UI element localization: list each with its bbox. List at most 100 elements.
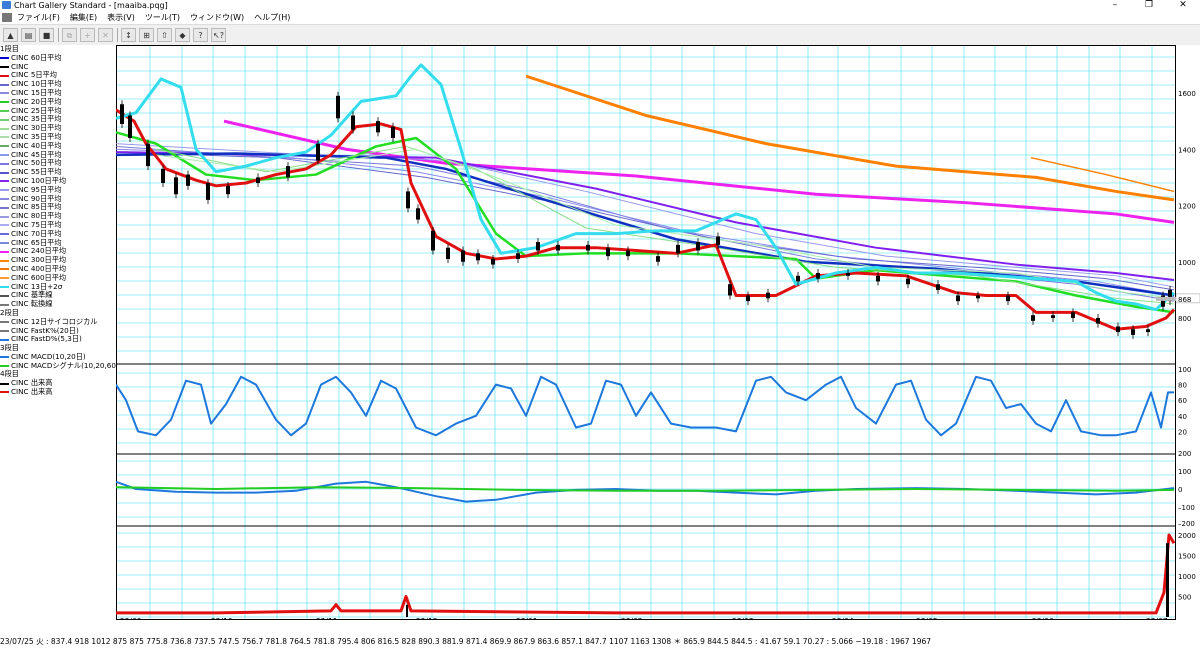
candle-body [391,126,395,138]
marker-button[interactable]: ◆ [175,28,190,42]
legend-swatch [0,136,9,139]
save-icon: ■ [42,31,51,40]
delete-icon: ✕ [102,31,109,40]
ma240-line [223,119,1175,224]
x-tick-label: 22/10 [211,617,233,620]
x-tick-label: 23/06 [1032,617,1054,620]
add-button[interactable]: + [80,28,95,42]
legend-swatch [0,277,9,280]
candle-body [696,242,700,251]
candle-body [956,295,960,302]
price-marker [1156,296,1176,301]
ma-band-line [116,143,1175,288]
macd-tick-label: –200 [1178,520,1195,528]
copy-icon: ⧉ [66,31,73,40]
candle-body [656,256,660,262]
menu-bar: ファイル(F) 編集(E) 表示(V) ツール(T) ウィンドウ(W) ヘルプ(H) [0,11,1200,25]
candle-body [336,95,340,119]
up-button[interactable]: ⇧ [157,28,172,42]
macd-tick-label: 0 [1178,486,1182,494]
scale-button[interactable]: ⊞ [139,28,154,42]
legend-swatch [0,101,9,104]
menu-item-2[interactable]: 表示(V) [102,11,140,24]
legend-swatch [0,153,9,156]
window-title: Chart Gallery Standard - [maaiba.pqg] [14,1,168,10]
legend-swatch [0,206,9,209]
toolbar: ▲ ▤ ■ ⧉ + ✕ ↕ ⊞ ⇧ ◆? ↖? [0,25,1200,46]
legend-swatch [0,215,9,218]
candle-body [206,183,210,200]
close-button[interactable]: ✕ [1166,0,1200,11]
volume-bar [406,604,408,617]
candle-body [186,174,190,186]
legend-swatch [0,285,9,288]
menu-item-5[interactable]: ヘルプ(H) [249,11,295,24]
legend-swatch [0,189,9,192]
stoch-tick-label: 100 [1178,366,1191,374]
legend-swatch [0,180,9,183]
delete-button[interactable]: ✕ [98,28,113,42]
open-icon: ▤ [24,31,33,40]
help-button[interactable]: ? [193,28,208,42]
maximize-button[interactable]: ❐ [1132,0,1166,11]
minimize-button[interactable]: – [1098,0,1132,11]
legend-swatch [0,145,9,148]
x-tick-label: 23/07 [1146,617,1168,620]
chart-area[interactable]: 22/09 22/10 22/11 22/12 23/01 23/02 23/03 23/04… [116,45,1176,620]
context-help-icon: ↖? [213,31,224,40]
candle-body [431,230,435,251]
candle-body [161,168,165,183]
x-tick-label: 23/03 [732,617,754,620]
menu-item-1[interactable]: 編集(E) [65,11,102,24]
price-tick-label: 1000 [1178,259,1196,267]
scale-axis: 1600140012001000800868100806040202001000… [1176,90,1200,602]
candle-body [586,244,590,251]
open-button[interactable]: ▤ [21,28,36,42]
legend-swatch [0,162,9,165]
legend-label: CINC 出来高 [11,387,53,397]
legend-swatch [0,391,9,394]
legend-swatch [0,303,9,306]
macd-tick-label: 100 [1178,468,1191,476]
price-tick-label: 800 [1178,315,1191,323]
menu-item-4[interactable]: ウィンドウ(W) [185,11,249,24]
volume-tick-label: 1000 [1178,573,1196,581]
marker-icon: ◆ [179,31,186,40]
price-marker-label: 868 [1178,296,1191,304]
indicator-icon: ↕ [125,31,132,40]
candle-body [876,275,880,282]
save-button[interactable]: ■ [39,28,54,42]
context-help-button[interactable]: ↖? [211,28,226,42]
candle-body [766,292,770,299]
menu-item-3[interactable]: ツール(T) [140,11,185,24]
candle-body [1116,326,1120,333]
document-menu-icon[interactable] [2,13,12,22]
candle-body [1096,318,1100,324]
legend-swatch [0,224,9,227]
legend-item[interactable]: CINC 出来高 [0,387,116,397]
candle-body [516,253,520,259]
price-tick-label: 1400 [1178,146,1196,154]
candle-body [1051,315,1055,318]
stoch-tick-label: 80 [1178,382,1187,390]
x-tick-label: 23/02 [621,617,643,620]
scale-icon: ⊞ [143,31,150,40]
menu-item-0[interactable]: ファイル(F) [12,11,65,24]
candle-body [1071,312,1075,318]
candle-body [676,244,680,254]
candle-body [1031,315,1035,321]
add-icon: + [84,31,91,40]
toolbar-separator [117,28,118,42]
x-tick-label: 23/01 [516,617,538,620]
x-tick-label: 22/09 [120,617,142,620]
app-icon [2,1,11,9]
legend-swatch [0,233,9,236]
indicator-button[interactable]: ↕ [121,28,136,42]
stock-chart[interactable]: 22/09 22/10 22/11 22/12 23/01 23/02 23/03 23/04… [116,45,1176,620]
chart-type-icon: ▲ [7,31,14,40]
legend-swatch [0,356,9,359]
copy-button[interactable]: ⧉ [62,28,77,42]
chart-type-button[interactable]: ▲ [3,28,18,42]
candle-body [936,284,940,290]
candle-body [128,115,132,138]
